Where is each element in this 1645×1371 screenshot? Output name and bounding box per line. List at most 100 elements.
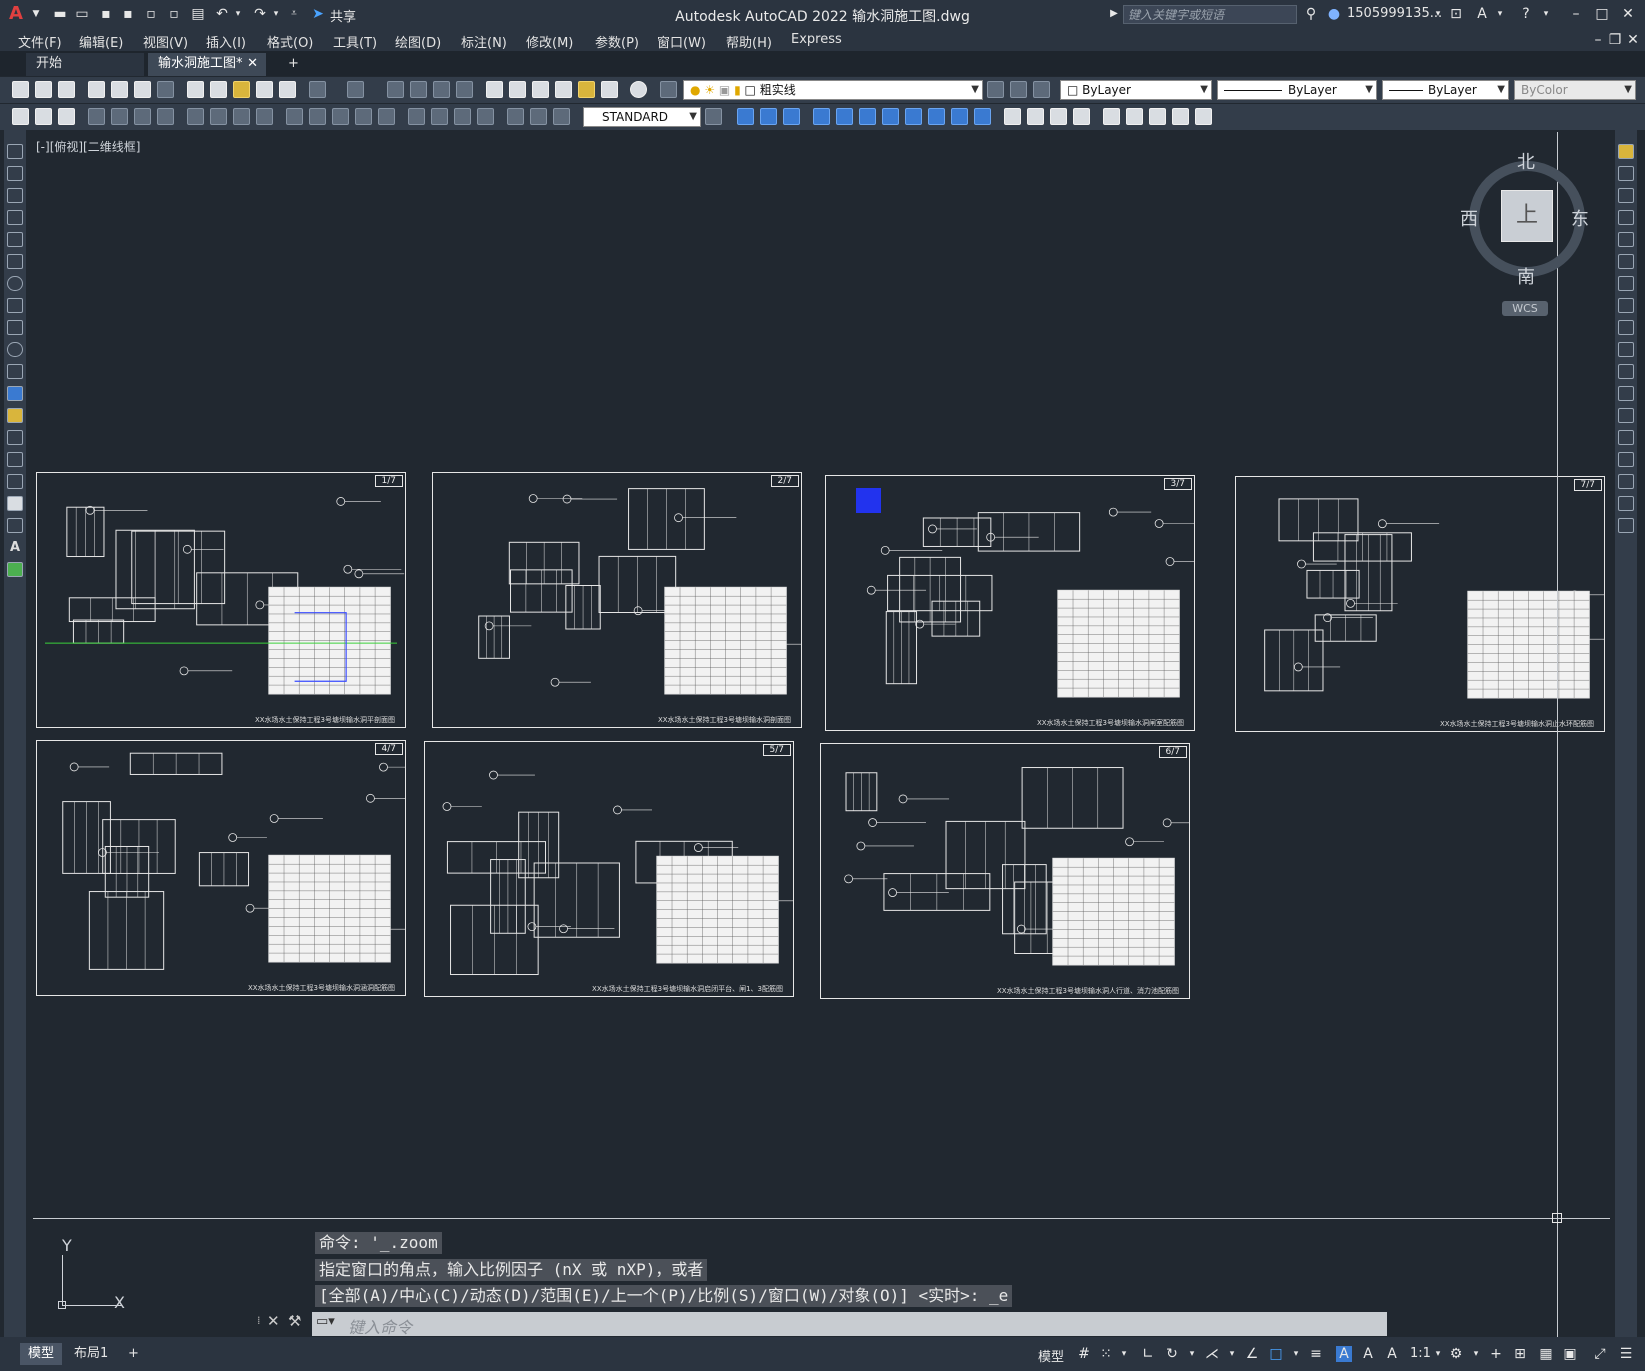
hatch-icon[interactable]	[7, 452, 23, 467]
dim-style-icon[interactable]	[507, 108, 524, 125]
line-icon[interactable]	[7, 144, 23, 159]
command-grip-icon[interactable]: ⁞	[257, 1314, 261, 1327]
make-current-layer-icon[interactable]	[987, 81, 1004, 98]
gradient-icon[interactable]	[7, 474, 23, 489]
snap-tangent-icon[interactable]	[1027, 108, 1044, 125]
model-space-button[interactable]: 模型	[1038, 1346, 1064, 1365]
dim-space-icon[interactable]	[286, 108, 303, 125]
point-icon[interactable]	[7, 430, 23, 445]
stretch-icon[interactable]	[1618, 320, 1634, 335]
copy-object-icon[interactable]	[1618, 166, 1634, 181]
table-icon[interactable]	[7, 518, 23, 533]
object-tracking-icon[interactable]: ∠	[1244, 1346, 1260, 1362]
preview-icon[interactable]	[111, 81, 128, 98]
plot-icon[interactable]	[88, 81, 105, 98]
annotation-monitor-icon[interactable]: +	[1488, 1346, 1504, 1362]
join-icon[interactable]	[1618, 430, 1634, 445]
osnap-icon[interactable]: □	[1268, 1346, 1284, 1362]
lineweight-dropdown[interactable]: ByLayer ▼	[1382, 80, 1509, 100]
linear-dim-icon[interactable]	[12, 108, 29, 125]
dim-override-icon[interactable]	[530, 108, 547, 125]
maximize-icon[interactable]: □	[1594, 6, 1610, 22]
cut-icon[interactable]	[187, 81, 204, 98]
menu-dimension[interactable]: 标注(N)	[461, 32, 507, 51]
layer-dropdown[interactable]: ● ☀ ▣ ▮ □ 粗实线 ▼	[683, 80, 983, 100]
ellipse-arc-icon[interactable]	[7, 364, 23, 379]
units-icon[interactable]: ⊞	[1512, 1346, 1528, 1362]
menu-window[interactable]: 窗口(W)	[657, 32, 706, 51]
zoom-window-icon[interactable]	[433, 81, 450, 98]
snap-endpoint-icon[interactable]	[859, 108, 876, 125]
recent-commands-icon[interactable]: ▭▾	[316, 1314, 335, 1330]
jogged-linear-icon[interactable]	[408, 108, 425, 125]
osnap-dropdown-icon[interactable]: ▾	[1288, 1346, 1304, 1362]
viewcube-east[interactable]: 东	[1571, 205, 1589, 231]
viewcube[interactable]: 上 北 南 东 西 WCS	[1455, 145, 1605, 325]
osnap-settings-icon[interactable]	[1195, 108, 1212, 125]
block-editor-icon[interactable]	[279, 81, 296, 98]
clean-screen-icon[interactable]: ⤢	[1592, 1346, 1608, 1362]
snap-none-icon[interactable]	[1172, 108, 1189, 125]
region-icon[interactable]	[7, 496, 23, 511]
dim-reassoc-icon[interactable]	[553, 108, 570, 125]
add-selected-icon[interactable]	[7, 562, 23, 577]
center-mark-icon[interactable]	[355, 108, 372, 125]
tab-layout1[interactable]: 布局1	[66, 1343, 116, 1365]
close-icon[interactable]: ✕	[1620, 6, 1636, 22]
layer-properties-icon[interactable]	[660, 81, 677, 98]
ellipse-icon[interactable]	[7, 342, 23, 357]
break-icon[interactable]	[1618, 408, 1634, 423]
annotation-scale-icon[interactable]: A	[1384, 1346, 1400, 1362]
lineweight-toggle-icon[interactable]: ≡	[1308, 1346, 1324, 1362]
markup-icon[interactable]	[578, 81, 595, 98]
polar-dropdown-icon[interactable]: ▾	[1184, 1346, 1200, 1362]
snap-nearest-icon[interactable]	[1149, 108, 1166, 125]
command-input[interactable]: ▭▾ 键入命令	[312, 1312, 1387, 1337]
array-icon[interactable]	[1618, 232, 1634, 247]
menu-edit[interactable]: 编辑(E)	[79, 32, 123, 51]
drawing-sheet[interactable]: 7/7 XX水场水土保持工程3号塘坝输水洞止水环配筋图	[1235, 476, 1605, 732]
snap-intersection-icon[interactable]	[905, 108, 922, 125]
menu-draw[interactable]: 绘图(D)	[395, 32, 441, 51]
snap-insert-icon[interactable]	[1103, 108, 1120, 125]
tolerance-icon[interactable]	[332, 108, 349, 125]
command-customize-icon[interactable]: ⚒	[288, 1312, 301, 1330]
snap-extension-icon[interactable]	[951, 108, 968, 125]
color-dropdown[interactable]: □ ByLayer ▼	[1060, 80, 1212, 100]
menu-format[interactable]: 格式(O)	[267, 32, 313, 51]
menu-parameters[interactable]: 参数(P)	[595, 32, 639, 51]
spline-icon[interactable]	[7, 320, 23, 335]
quickcalc-icon[interactable]	[601, 81, 618, 98]
cart-icon[interactable]: ⊡	[1448, 6, 1464, 22]
zoom-realtime-icon[interactable]	[410, 81, 427, 98]
radius-dim-icon[interactable]	[111, 108, 128, 125]
mirror-icon[interactable]	[1618, 188, 1634, 203]
explode-icon[interactable]	[1618, 518, 1634, 533]
zoom-previous-icon[interactable]	[456, 81, 473, 98]
arc-length-icon[interactable]	[58, 108, 75, 125]
dim-break-icon[interactable]	[309, 108, 326, 125]
search-input[interactable]: 键入关键字或短语	[1123, 5, 1297, 24]
menu-help[interactable]: 帮助(H)	[726, 32, 772, 51]
annotation-autoscale-icon[interactable]: A	[1360, 1346, 1376, 1362]
trim-icon[interactable]	[1618, 342, 1634, 357]
make-block-icon[interactable]	[7, 408, 23, 423]
paste-icon[interactable]	[233, 81, 250, 98]
drawing-sheet[interactable]: 3/7 XX水场水土保持工程3号塘坝输水洞闸室配筋图	[825, 475, 1195, 731]
snap-parallel-icon[interactable]	[1073, 108, 1090, 125]
rotate-icon[interactable]	[1618, 276, 1634, 291]
new-layout-button[interactable]: +	[120, 1343, 147, 1365]
drawing-sheet[interactable]: 1/7 XX水场水土保持工程3号塘坝输水洞平剖面图	[36, 472, 406, 728]
polygonal-viewport-icon[interactable]	[783, 108, 800, 125]
tab-start[interactable]: 开始	[26, 53, 144, 76]
menu-file[interactable]: 文件(F)	[18, 32, 62, 51]
plotstyle-dropdown[interactable]: ByColor ▼	[1514, 80, 1636, 100]
snap-dropdown-icon[interactable]: ▾	[1116, 1346, 1132, 1362]
dim-update-icon[interactable]	[477, 108, 494, 125]
menu-tools[interactable]: 工具(T)	[333, 32, 377, 51]
tool-palettes-icon[interactable]	[532, 81, 549, 98]
hardware-acceleration-icon[interactable]: ▣	[1562, 1346, 1578, 1362]
menu-express[interactable]: Express	[791, 32, 842, 47]
snap-node-icon[interactable]	[1126, 108, 1143, 125]
doc-minimize-icon[interactable]: –	[1590, 32, 1606, 48]
